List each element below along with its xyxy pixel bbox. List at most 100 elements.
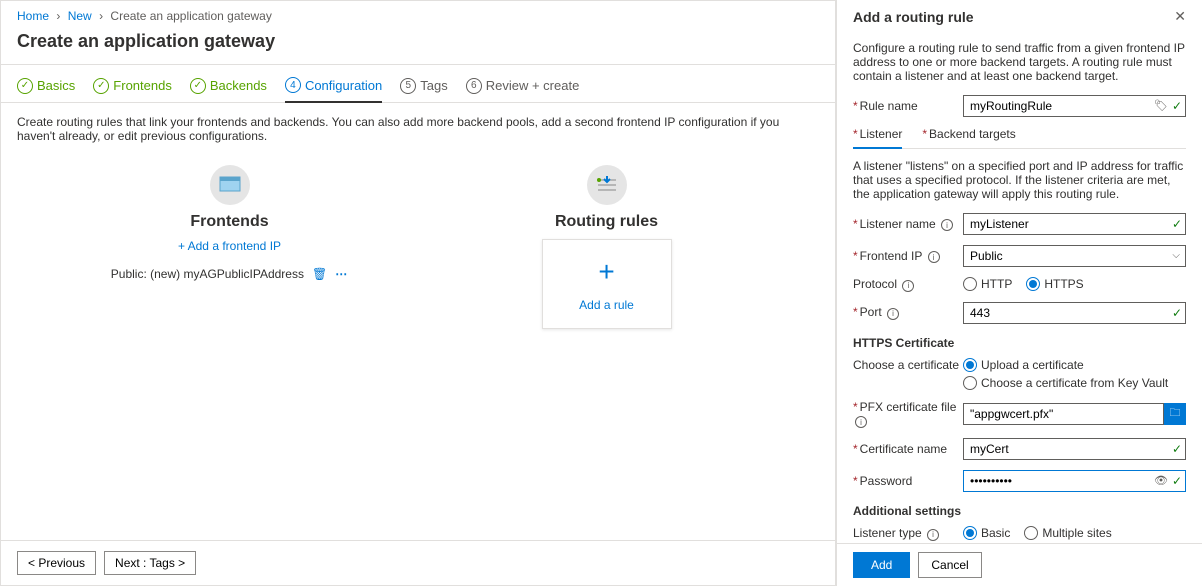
frontends-icon [210, 165, 250, 205]
previous-button[interactable]: < Previous [17, 551, 96, 575]
add-rule-label: Add a rule [579, 298, 634, 312]
tab-label: Frontends [113, 78, 172, 93]
tab-basics[interactable]: ✓ Basics [17, 77, 75, 102]
info-icon[interactable]: i [887, 308, 899, 320]
password-input[interactable] [963, 470, 1186, 492]
frontend-ip-label: Frontend IP [860, 249, 922, 263]
listener-name-input[interactable] [963, 213, 1186, 235]
protocol-label: Protocol [853, 277, 897, 291]
breadcrumb: Home › New › Create an application gatew… [1, 1, 835, 27]
choose-cert-label: Choose a certificate [853, 358, 963, 372]
frontend-ip-select[interactable]: Public [963, 245, 1186, 267]
check-icon: ✓ [93, 78, 109, 94]
listener-type-label: Listener type [853, 526, 922, 540]
check-icon: ✓ [17, 78, 33, 94]
wizard-tabs: ✓ Basics ✓ Frontends ✓ Backends 4 Config… [1, 65, 835, 103]
sub-tab-listener[interactable]: *Listener [853, 127, 902, 149]
info-icon[interactable]: i [941, 219, 953, 231]
sub-tab-backend-targets[interactable]: *Backend targets [922, 127, 1015, 148]
rule-name-input[interactable] [963, 95, 1186, 117]
tab-backends[interactable]: ✓ Backends [190, 77, 267, 102]
pfx-file-input[interactable] [963, 403, 1164, 425]
valid-check-icon: ✓ [1172, 217, 1182, 231]
close-icon[interactable]: ✕ [1174, 8, 1186, 25]
add-button[interactable]: Add [853, 552, 910, 578]
chevron-right-icon: › [99, 9, 103, 23]
tab-label: Backends [210, 78, 267, 93]
delete-icon[interactable]: 🗑 [312, 267, 327, 281]
listener-type-basic-radio[interactable]: Basic [963, 526, 1010, 540]
additional-settings-heading: Additional settings [853, 504, 1186, 518]
routing-rules-column: Routing rules + Add a rule [457, 165, 757, 329]
tab-label: Tags [420, 78, 447, 93]
browse-file-button[interactable]: 🗀 [1164, 403, 1186, 425]
valid-check-icon: ✓ [1172, 474, 1182, 488]
frontends-column: Frontends + Add a frontend IP Public: (n… [80, 165, 380, 329]
protocol-https-radio[interactable]: HTTPS [1026, 277, 1083, 291]
info-icon[interactable]: i [928, 251, 940, 263]
routing-rules-icon [587, 165, 627, 205]
chevron-right-icon: › [56, 9, 60, 23]
panel-header: Add a routing rule ✕ [837, 0, 1202, 33]
frontend-ip-label: Public: (new) myAGPublicIPAddress [111, 267, 304, 281]
frontend-ip-row: Public: (new) myAGPublicIPAddress 🗑 ⋯ [110, 261, 350, 287]
folder-icon: 🗀 [1170, 404, 1181, 423]
listener-name-label: Listener name [860, 217, 936, 231]
panel-description: Configure a routing rule to send traffic… [853, 41, 1186, 83]
step-number-icon: 4 [285, 77, 301, 93]
tab-review[interactable]: 6 Review + create [466, 77, 580, 102]
plus-icon: + [598, 256, 614, 288]
page-title: Create an application gateway [1, 27, 835, 64]
https-cert-heading: HTTPS Certificate [853, 336, 1186, 350]
main-pane: Home › New › Create an application gatew… [0, 0, 836, 586]
upload-cert-radio[interactable]: Upload a certificate [963, 358, 1186, 372]
protocol-http-radio[interactable]: HTTP [963, 277, 1012, 291]
check-icon: ✓ [190, 78, 206, 94]
panel-footer: Add Cancel [837, 543, 1202, 586]
info-icon[interactable]: i [902, 280, 914, 292]
panel-body: Configure a routing rule to send traffic… [837, 33, 1202, 543]
more-icon[interactable]: ⋯ [335, 267, 348, 281]
tab-label: Configuration [305, 78, 382, 93]
cert-name-input[interactable] [963, 438, 1186, 460]
add-rule-card[interactable]: + Add a rule [542, 239, 672, 329]
routing-rule-panel: Add a routing rule ✕ Configure a routing… [836, 0, 1202, 586]
next-button[interactable]: Next : Tags > [104, 551, 196, 575]
tab-label: Review + create [486, 78, 580, 93]
cert-name-label: Certificate name [860, 442, 947, 456]
rule-name-row: *Rule name 🏷 ✓ [853, 95, 1186, 117]
rule-name-label: Rule name [860, 99, 918, 113]
valid-check-icon: ✓ [1172, 306, 1182, 320]
cancel-button[interactable]: Cancel [918, 552, 981, 578]
listener-description: A listener "listens" on a specified port… [853, 159, 1186, 201]
tab-label: Basics [37, 78, 75, 93]
breadcrumb-current: Create an application gateway [110, 9, 271, 23]
frontends-title: Frontends [190, 213, 268, 231]
config-cards: Frontends + Add a frontend IP Public: (n… [1, 155, 835, 339]
valid-check-icon: ✓ [1172, 442, 1182, 456]
panel-sub-tabs: *Listener *Backend targets [853, 127, 1186, 149]
config-description: Create routing rules that link your fron… [1, 103, 835, 155]
step-number-icon: 6 [466, 78, 482, 94]
listener-type-multi-radio[interactable]: Multiple sites [1024, 526, 1111, 540]
show-password-icon[interactable]: 👁 [1154, 474, 1168, 487]
tab-frontends[interactable]: ✓ Frontends [93, 77, 172, 102]
info-icon[interactable]: i [855, 416, 867, 428]
breadcrumb-new[interactable]: New [68, 9, 92, 23]
routing-rules-title: Routing rules [555, 213, 658, 231]
tab-configuration[interactable]: 4 Configuration [285, 77, 382, 103]
pfx-file-label: PFX certificate file [860, 400, 957, 414]
valid-check-icon: ✓ [1172, 99, 1182, 113]
port-input[interactable] [963, 302, 1186, 324]
password-label: Password [860, 474, 913, 488]
info-icon[interactable]: i [927, 529, 939, 541]
port-label: Port [860, 305, 882, 319]
add-frontend-ip-link[interactable]: + Add a frontend IP [178, 239, 281, 253]
keyvault-cert-radio[interactable]: Choose a certificate from Key Vault [963, 376, 1186, 390]
tab-tags[interactable]: 5 Tags [400, 77, 447, 102]
wizard-footer: < Previous Next : Tags > [1, 540, 835, 585]
step-number-icon: 5 [400, 78, 416, 94]
tag-icon: 🏷 [1154, 99, 1168, 112]
breadcrumb-home[interactable]: Home [17, 9, 49, 23]
panel-title: Add a routing rule [853, 9, 974, 25]
